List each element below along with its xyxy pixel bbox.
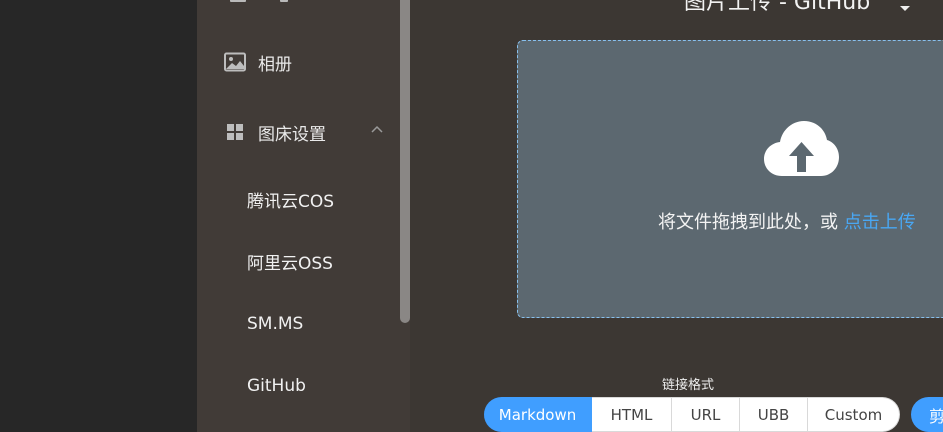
left-dark-panel: [0, 0, 197, 432]
sidebar-subitem-smms[interactable]: SM.MS: [247, 309, 303, 339]
upload-hint-text: 将文件拖拽到此处，或: [658, 212, 844, 233]
grid-icon: [224, 121, 246, 143]
page-title[interactable]: 图片上传 - GitHub: [684, 0, 870, 16]
sidebar-subitem-tencent-cos[interactable]: 腾讯云COS: [247, 184, 334, 214]
partially-hidden-menu-item: [230, 0, 290, 3]
sidebar-subitem-github[interactable]: GitHub: [247, 371, 306, 401]
format-option-html[interactable]: HTML: [592, 397, 672, 432]
sidebar-item-album[interactable]: 相册: [224, 42, 292, 82]
sidebar-item-label: 相册: [258, 54, 292, 75]
link-format-label: 链接格式: [662, 378, 715, 393]
format-option-ubb[interactable]: UBB: [740, 397, 808, 432]
click-upload-link[interactable]: 点击上传: [844, 212, 916, 233]
chevron-down-icon[interactable]: [899, 0, 911, 11]
chevron-up-icon: [370, 122, 384, 136]
format-option-url[interactable]: URL: [672, 397, 740, 432]
copy-button[interactable]: 剪: [911, 397, 943, 432]
link-format-radio-group: Markdown HTML URL UBB Custom: [484, 397, 900, 432]
sidebar-item-picbed-settings[interactable]: 图床设置: [224, 112, 383, 152]
sidebar-subitem-aliyun-oss[interactable]: 阿里云OSS: [247, 246, 333, 276]
upload-hint: 将文件拖拽到此处，或 点击上传: [658, 208, 916, 234]
sidebar-scrollbar[interactable]: [400, 0, 410, 323]
format-option-markdown[interactable]: Markdown: [484, 397, 592, 432]
upload-dropzone[interactable]: [517, 40, 943, 318]
sidebar-item-label: 图床设置: [258, 124, 326, 145]
format-option-custom[interactable]: Custom: [808, 397, 900, 432]
image-icon: [224, 51, 246, 73]
cloud-upload-icon: [764, 120, 839, 178]
